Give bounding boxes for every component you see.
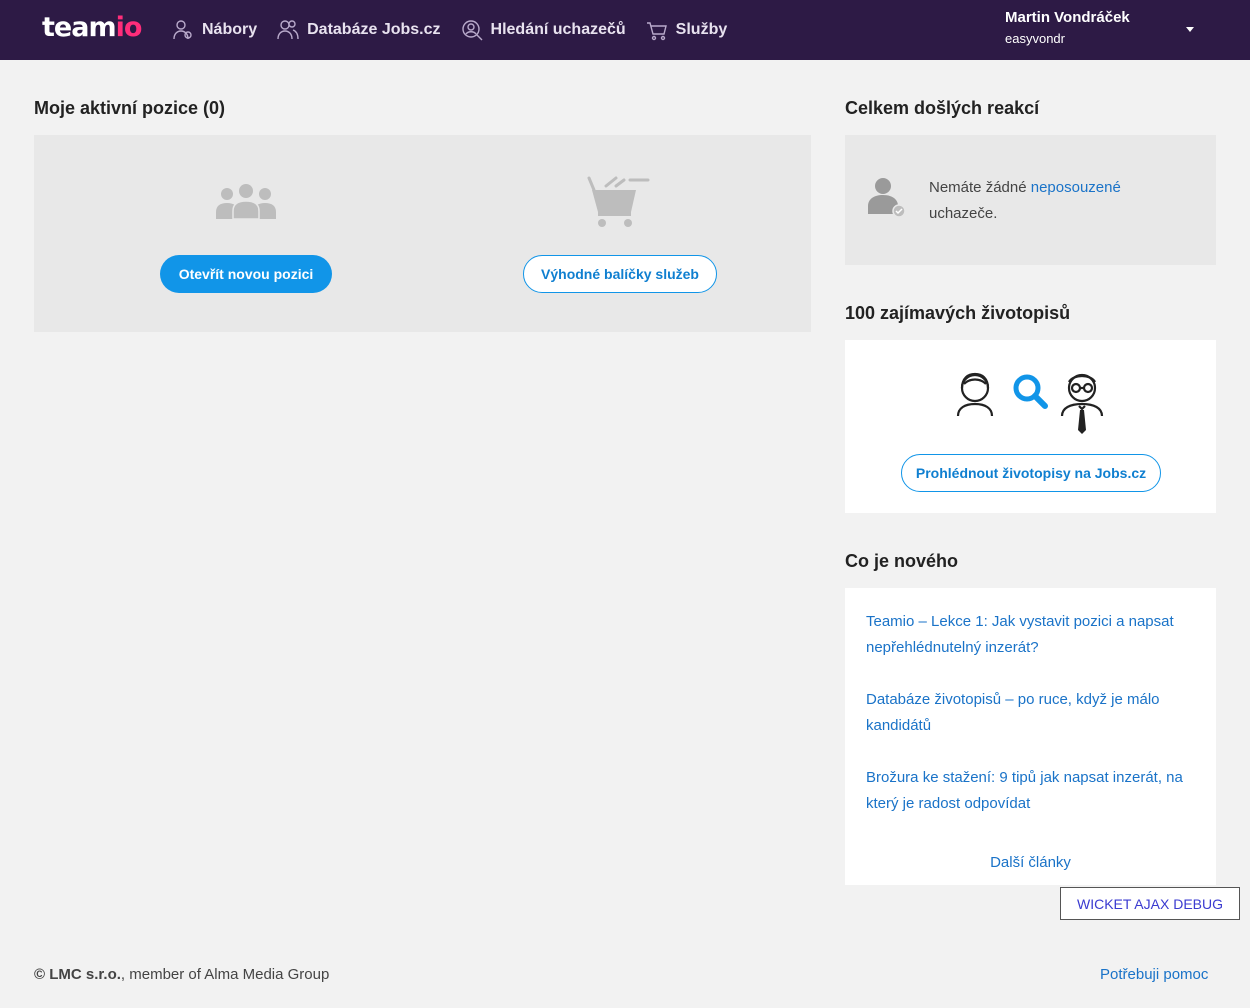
news-heading: Co je nového xyxy=(845,551,959,571)
main-nav: Nábory Databáze Jobs.cz Hledání uchazečů… xyxy=(172,0,747,60)
user-name: Martin Vondráček xyxy=(1005,9,1130,26)
more-articles-link[interactable]: Další články xyxy=(845,854,1216,871)
browse-cvs-button[interactable]: Prohlédnout životopisy na Jobs.cz xyxy=(901,454,1161,492)
footer-copyright: © LMC s.r.o., member of Alma Media Group xyxy=(34,966,330,983)
wicket-ajax-debug-button[interactable]: WICKET AJAX DEBUG xyxy=(1060,887,1240,920)
nav-item-nabory[interactable]: Nábory xyxy=(172,19,257,41)
nav-item-hledani[interactable]: Hledání uchazečů xyxy=(461,19,626,41)
user-login: easyvondr xyxy=(1005,31,1065,46)
nav-label: Nábory xyxy=(202,21,258,38)
user-search-icon xyxy=(461,20,483,41)
nav-label: Služby xyxy=(675,21,728,38)
active-positions-heading: Moje aktivní pozice (0) xyxy=(34,98,226,118)
cart-icon xyxy=(646,22,667,41)
nav-label: Databáze Jobs.cz xyxy=(307,21,441,38)
news-item-link[interactable]: Databáze životopisů – po ruce, když je m… xyxy=(866,687,1206,739)
cvs-heading: 100 zajímavých životopisů xyxy=(845,303,1071,323)
help-link[interactable]: Potřebuji pomoc xyxy=(1100,966,1208,983)
user-menu[interactable]: Martin Vondráček easyvondr xyxy=(1005,9,1130,46)
chevron-down-icon[interactable] xyxy=(1186,27,1194,32)
nav-item-databaze[interactable]: Databáze Jobs.cz xyxy=(277,19,441,41)
user-check-icon xyxy=(868,178,906,218)
replies-message: Nemáte žádné neposouzené uchazeče. xyxy=(929,179,1121,222)
nav-label: Hledání uchazečů xyxy=(490,21,626,38)
open-new-position-button[interactable]: Otevřít novou pozici xyxy=(160,255,332,293)
service-packages-button[interactable]: Výhodné balíčky služeb xyxy=(523,255,717,293)
nav-item-sluzby[interactable]: Služby xyxy=(646,19,728,41)
teamio-logo[interactable]: teamio xyxy=(42,12,142,43)
news-item-link[interactable]: Brožura ke stažení: 9 tipů jak napsat in… xyxy=(866,765,1206,817)
unrated-link[interactable]: neposouzené xyxy=(1031,179,1121,196)
shopping-cart-icon xyxy=(587,176,650,227)
users-database-icon xyxy=(277,20,299,40)
news-item-link[interactable]: Teamio – Lekce 1: Jak vystavit pozici a … xyxy=(866,609,1206,661)
people-group-icon xyxy=(216,184,276,220)
user-recruit-icon xyxy=(173,20,192,40)
candidates-search-icon xyxy=(956,372,1104,434)
replies-heading: Celkem došlých reakcí xyxy=(845,98,1040,118)
active-positions-panel xyxy=(34,135,811,332)
top-navigation-bar: teamio Nábory Databáze Jobs.cz Hledání u… xyxy=(0,0,1250,60)
